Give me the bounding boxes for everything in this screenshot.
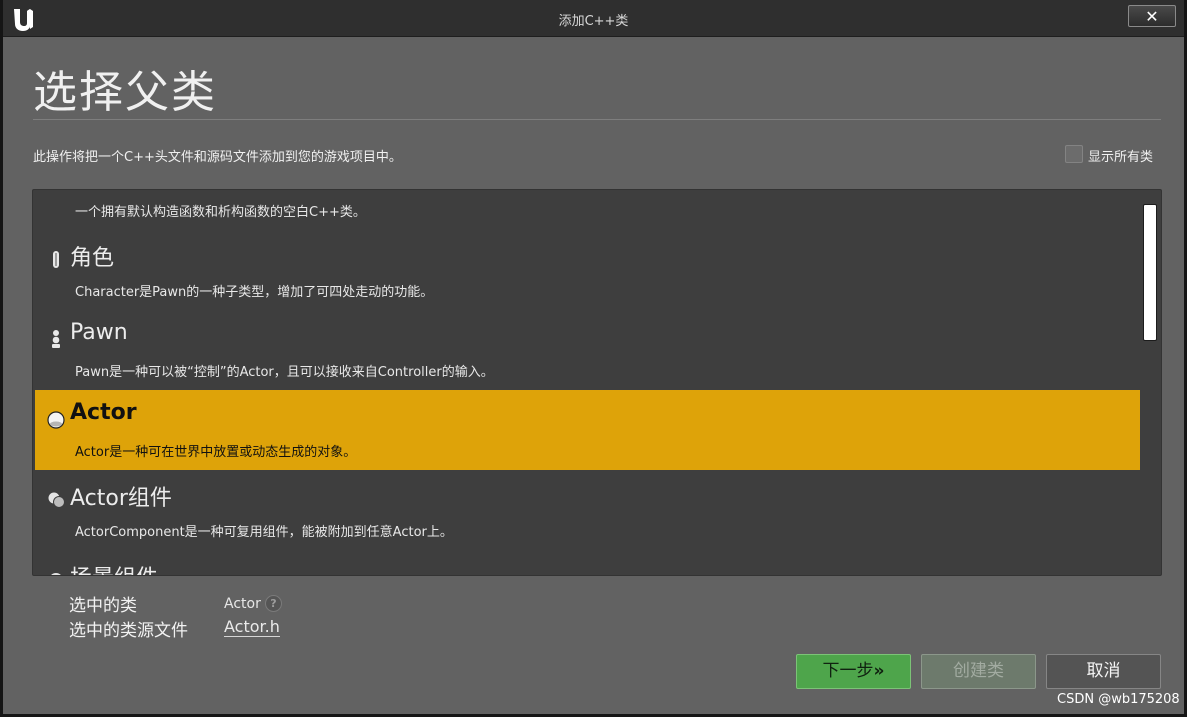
dialog-description: 此操作将把一个C++头文件和源码文件添加到您的游戏项目中。 bbox=[33, 150, 402, 165]
window-title: 添加C++类 bbox=[558, 14, 629, 29]
title-bar[interactable]: 添加C++类 ✕ bbox=[3, 0, 1184, 37]
class-name: Pawn bbox=[70, 320, 128, 345]
close-icon: ✕ bbox=[1145, 7, 1159, 26]
list-item-selected[interactable]: Actor Actor是一种可在世界中放置或动态生成的对象。 bbox=[35, 390, 1140, 470]
next-button-label: 下一步 bbox=[822, 661, 874, 681]
title-divider bbox=[33, 119, 1161, 120]
actor-component-icon bbox=[48, 492, 65, 508]
selected-source-file-link[interactable]: Actor.h bbox=[224, 617, 280, 637]
list-item[interactable]: Actor组件 ActorComponent是一种可复用组件，能被附加到任意Ac… bbox=[35, 470, 1140, 550]
class-description: Character是Pawn的一种子类型，增加了可四处走动的功能。 bbox=[75, 285, 434, 300]
watermark: CSDN @wb175208 bbox=[1057, 692, 1180, 707]
scene-component-icon bbox=[51, 573, 61, 575]
checkbox-box[interactable] bbox=[1065, 145, 1083, 163]
show-all-classes-label: 显示所有类 bbox=[1088, 150, 1154, 165]
selected-source-label: 选中的类源文件 bbox=[69, 621, 188, 641]
next-button[interactable]: 下一步» bbox=[796, 654, 911, 689]
list-item[interactable]: 场景组件 bbox=[35, 550, 1140, 575]
character-icon bbox=[53, 251, 59, 268]
cancel-button[interactable]: 取消 bbox=[1046, 654, 1161, 689]
pawn-icon bbox=[52, 330, 60, 348]
list-item[interactable]: 一个拥有默认构造函数和析构函数的空白C++类。 bbox=[35, 190, 1140, 230]
list-item[interactable]: Pawn Pawn是一种可以被“控制”的Actor，且可以接收来自Control… bbox=[35, 310, 1140, 390]
scrollbar-thumb[interactable] bbox=[1143, 204, 1157, 341]
class-name: Actor组件 bbox=[70, 486, 172, 511]
class-name: Actor bbox=[70, 400, 137, 425]
class-description: 一个拥有默认构造函数和析构函数的空白C++类。 bbox=[75, 205, 366, 220]
selected-class-label: 选中的类 bbox=[69, 596, 137, 616]
class-description: Actor是一种可在世界中放置或动态生成的对象。 bbox=[75, 445, 357, 460]
class-name: 角色 bbox=[70, 246, 115, 271]
close-button[interactable]: ✕ bbox=[1128, 5, 1176, 27]
selected-class-value: Actor bbox=[224, 596, 261, 612]
page-title: 选择父类 bbox=[33, 67, 217, 118]
parent-class-list[interactable]: 一个拥有默认构造函数和析构函数的空白C++类。 角色 Character是Paw… bbox=[32, 189, 1162, 576]
class-description: Pawn是一种可以被“控制”的Actor，且可以接收来自Controller的输… bbox=[75, 365, 494, 380]
class-name: 场景组件 bbox=[70, 560, 158, 575]
class-description: ActorComponent是一种可复用组件，能被附加到任意Actor上。 bbox=[75, 525, 453, 540]
chevron-right-icon: » bbox=[873, 661, 885, 681]
list-item[interactable]: 角色 Character是Pawn的一种子类型，增加了可四处走动的功能。 bbox=[35, 230, 1140, 310]
actor-icon bbox=[47, 411, 65, 429]
add-cpp-class-dialog: 添加C++类 ✕ 选择父类 此操作将把一个C++头文件和源码文件添加到您的游戏项… bbox=[0, 0, 1187, 717]
create-class-button[interactable]: 创建类 bbox=[921, 654, 1036, 689]
help-icon[interactable]: ? bbox=[265, 595, 282, 612]
